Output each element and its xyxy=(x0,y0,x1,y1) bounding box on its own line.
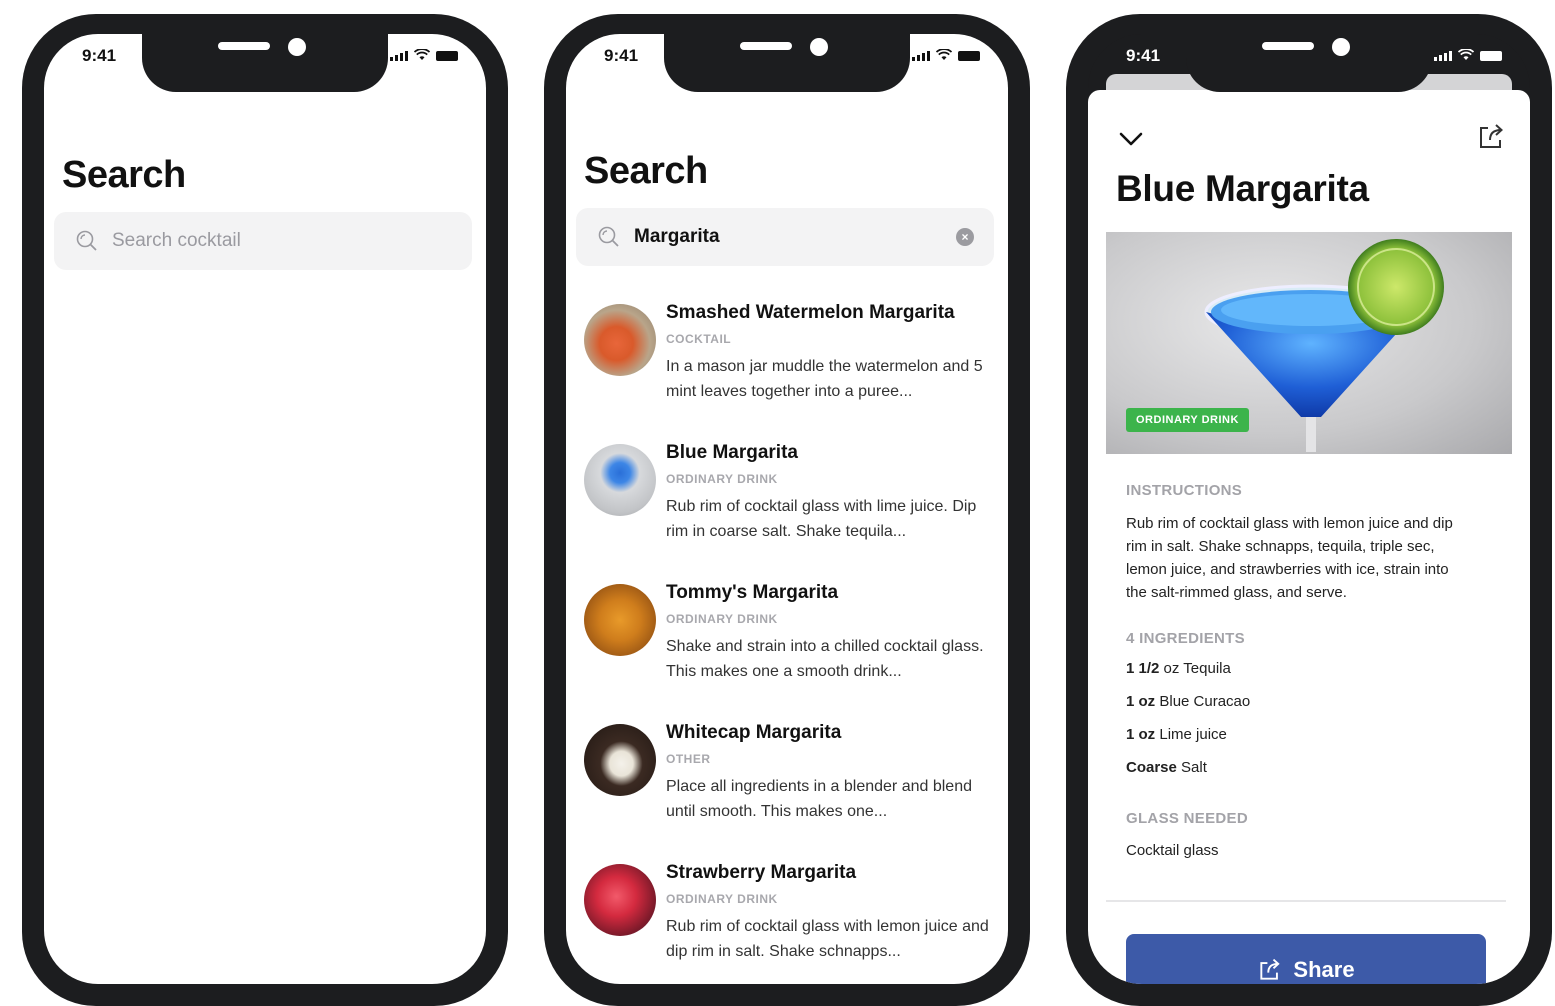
list-item[interactable]: Whitecap Margarita OTHER Place all ingre… xyxy=(584,722,996,862)
signal-icon xyxy=(1434,51,1452,61)
signal-icon xyxy=(390,51,408,61)
ingredient-name: Salt xyxy=(1181,759,1207,776)
detail-title: Blue Margarita xyxy=(1116,168,1369,209)
ingredient-measure: Coarse xyxy=(1126,759,1177,776)
ingredient-row: 1 oz Blue Curacao xyxy=(1126,693,1250,710)
ingredient-name: Tequila xyxy=(1183,660,1231,677)
category-badge: ORDINARY DRINK xyxy=(1126,408,1249,432)
ingredient-unit: oz xyxy=(1163,660,1180,677)
cocktail-photo: ORDINARY DRINK xyxy=(1106,232,1512,454)
ingredients-label: 4 INGREDIENTS xyxy=(1126,630,1245,647)
wifi-icon xyxy=(936,49,952,60)
result-description: Shake and strain into a chilled cocktail… xyxy=(666,638,984,680)
list-item[interactable]: Blue Margarita ORDINARY DRINK Rub rim of… xyxy=(584,442,996,582)
glass-value: Cocktail glass xyxy=(1126,842,1219,859)
cocktail-thumbnail xyxy=(584,584,656,656)
ingredient-unit: oz xyxy=(1138,693,1156,710)
search-icon xyxy=(598,226,619,247)
battery-icon xyxy=(958,51,980,61)
result-category: ORDINARY DRINK xyxy=(666,892,778,906)
search-input[interactable] xyxy=(112,212,432,270)
share-icon[interactable] xyxy=(1476,122,1506,152)
status-icons xyxy=(1434,49,1502,61)
result-description: Rub rim of cocktail glass with lemon jui… xyxy=(666,918,989,960)
share-icon xyxy=(1260,958,1281,980)
search-bar[interactable] xyxy=(54,212,472,270)
cocktail-thumbnail xyxy=(584,724,656,796)
ingredient-name: Lime juice xyxy=(1159,726,1227,743)
signal-icon xyxy=(912,51,930,61)
share-button[interactable]: Share xyxy=(1126,934,1486,984)
result-category: ORDINARY DRINK xyxy=(666,612,778,626)
cocktail-thumbnail xyxy=(584,864,656,936)
search-icon xyxy=(76,230,97,251)
phone-search-empty: 9:41 Search xyxy=(22,14,508,1006)
instructions-label: INSTRUCTIONS xyxy=(1126,482,1243,499)
phone-search-results: 9:41 Search × Smashed Watermelon Margari… xyxy=(544,14,1030,1006)
status-time: 9:41 xyxy=(604,46,639,65)
result-description: In a mason jar muddle the watermelon and… xyxy=(666,358,983,400)
screen-search-empty: 9:41 Search xyxy=(44,34,486,984)
page-title: Search xyxy=(62,154,186,196)
wifi-icon xyxy=(1458,49,1474,60)
phone-cocktail-detail: 9:41 Blue Margarita ORDINARY DRINK INSTR… xyxy=(1066,14,1552,1006)
ingredient-row: 1 oz Lime juice xyxy=(1126,726,1227,743)
result-title: Strawberry Margarita xyxy=(666,862,857,883)
result-category: OTHER xyxy=(666,752,711,766)
ingredient-measure: 1 xyxy=(1126,726,1135,743)
result-title: Blue Margarita xyxy=(666,442,798,463)
glass-label: GLASS NEEDED xyxy=(1126,810,1248,827)
status-icons xyxy=(912,49,980,61)
ingredient-row: 1 1/2 oz Tequila xyxy=(1126,660,1231,677)
result-category: COCKTAIL xyxy=(666,332,732,346)
result-list: Smashed Watermelon Margarita COCKTAIL In… xyxy=(584,302,996,984)
result-category: ORDINARY DRINK xyxy=(666,472,778,486)
ingredient-unit: oz xyxy=(1138,726,1156,743)
status-time: 9:41 xyxy=(1126,46,1161,65)
list-item[interactable]: Strawberry Margarita ORDINARY DRINK Rub … xyxy=(584,862,996,984)
chevron-down-icon[interactable] xyxy=(1116,126,1146,152)
notch xyxy=(1186,34,1432,92)
result-title: Smashed Watermelon Margarita xyxy=(666,302,955,323)
divider xyxy=(1106,900,1506,902)
search-bar[interactable]: × xyxy=(576,208,994,266)
ingredient-name: Blue Curacao xyxy=(1159,693,1251,710)
page-title: Search xyxy=(584,150,708,192)
wifi-icon xyxy=(414,49,430,60)
ingredient-measure: 1 xyxy=(1126,693,1135,710)
screen-search-results: 9:41 Search × Smashed Watermelon Margari… xyxy=(566,34,1008,984)
cocktail-thumbnail xyxy=(584,304,656,376)
status-icons xyxy=(390,49,458,61)
list-item[interactable]: Smashed Watermelon Margarita COCKTAIL In… xyxy=(584,302,996,442)
ingredient-row: Coarse Salt xyxy=(1126,759,1207,776)
notch xyxy=(664,34,910,92)
battery-icon xyxy=(1480,51,1502,61)
instructions-text: Rub rim of cocktail glass with lemon jui… xyxy=(1126,515,1453,601)
screen-cocktail-detail: 9:41 Blue Margarita ORDINARY DRINK INSTR… xyxy=(1088,34,1530,984)
ingredient-measure: 1 1/2 xyxy=(1126,660,1160,677)
clear-icon[interactable]: × xyxy=(956,228,974,246)
status-time: 9:41 xyxy=(82,46,117,65)
list-item[interactable]: Tommy's Margarita ORDINARY DRINK Shake a… xyxy=(584,582,996,722)
share-button-label: Share xyxy=(1293,957,1355,982)
battery-icon xyxy=(436,51,458,61)
result-title: Whitecap Margarita xyxy=(666,722,842,743)
result-description: Rub rim of cocktail glass with lime juic… xyxy=(666,498,977,540)
notch xyxy=(142,34,388,92)
result-title: Tommy's Margarita xyxy=(666,582,839,603)
search-input[interactable] xyxy=(634,208,954,266)
result-description: Place all ingredients in a blender and b… xyxy=(666,778,972,820)
cocktail-thumbnail xyxy=(584,444,656,516)
